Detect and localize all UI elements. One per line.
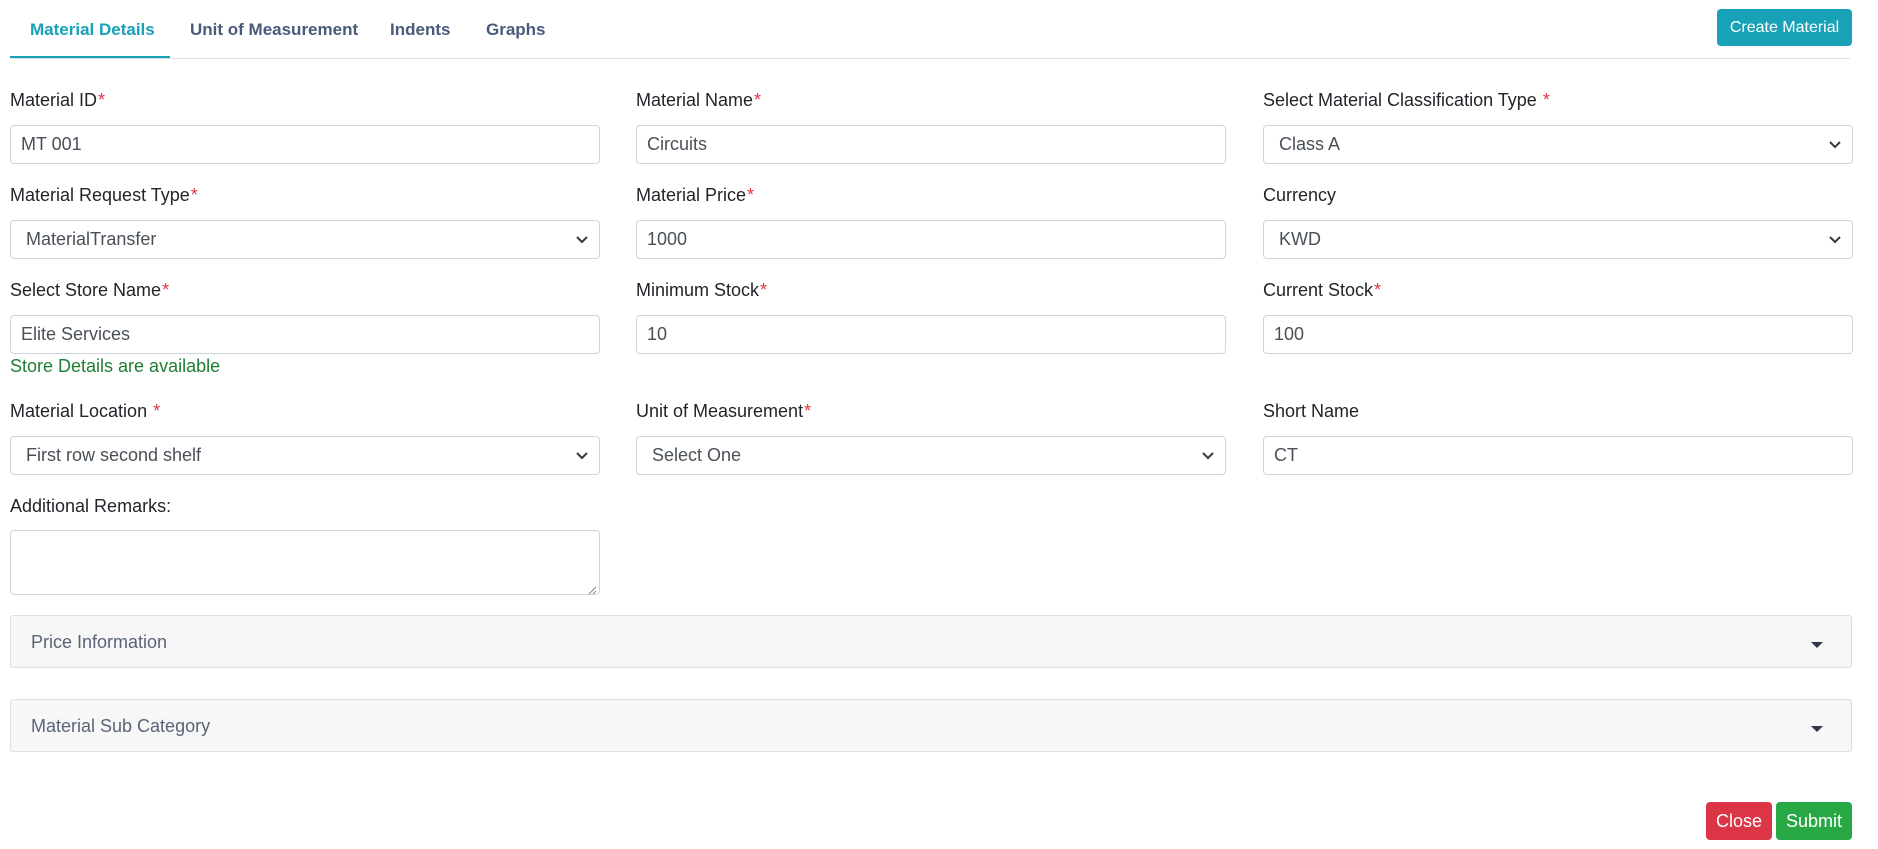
required-asterisk: * xyxy=(754,90,762,110)
classification-type-label: Select Material Classification Type * xyxy=(1263,90,1550,110)
short-name-value: CT xyxy=(1274,445,1298,465)
unit-of-measurement-value: Select One xyxy=(652,445,742,465)
material-name-input[interactable]: Circuits xyxy=(636,125,1226,164)
price-information-title: Price Information xyxy=(31,632,168,652)
currency-value: KWD xyxy=(1279,229,1321,249)
chevron-down-icon xyxy=(575,450,589,462)
store-name-label: Select Store Name* xyxy=(10,280,170,300)
material-name-value: Circuits xyxy=(647,134,708,154)
material-id-value: MT 001 xyxy=(21,134,82,154)
store-name-input[interactable]: Elite Services xyxy=(10,315,600,354)
tab-bar: Material Details Unit of Measurement Ind… xyxy=(10,0,1850,59)
material-price-label: Material Price* xyxy=(636,185,755,205)
current-stock-value: 100 xyxy=(1274,324,1305,344)
material-price-value: 1000 xyxy=(647,229,688,249)
short-name-input[interactable]: CT xyxy=(1263,436,1853,475)
current-stock-input[interactable]: 100 xyxy=(1263,315,1853,354)
unit-of-measurement-label: Unit of Measurement* xyxy=(636,401,812,421)
chevron-down-icon xyxy=(1828,139,1842,151)
additional-remarks-label: Additional Remarks: xyxy=(10,496,172,516)
required-asterisk: * xyxy=(162,280,170,300)
submit-button[interactable]: Submit xyxy=(1776,802,1852,840)
additional-remarks-textarea[interactable] xyxy=(10,530,600,595)
required-asterisk: * xyxy=(153,401,161,421)
required-asterisk: * xyxy=(1374,280,1382,300)
caret-down-icon xyxy=(1811,642,1823,648)
request-type-value: MaterialTransfer xyxy=(26,229,157,249)
material-location-value: First row second shelf xyxy=(26,445,202,465)
resize-handle-icon[interactable] xyxy=(587,582,597,595)
chevron-down-icon xyxy=(1201,450,1215,462)
material-location-select[interactable]: First row second shelf xyxy=(10,436,600,475)
active-tab-indicator xyxy=(10,56,170,58)
chevron-down-icon xyxy=(575,234,589,246)
required-asterisk: * xyxy=(804,401,812,421)
unit-of-measurement-select[interactable]: Select One xyxy=(636,436,1226,475)
request-type-label: Material Request Type* xyxy=(10,185,198,205)
close-button[interactable]: Close xyxy=(1706,802,1772,840)
classification-type-value: Class A xyxy=(1279,134,1341,154)
material-sub-category-title: Material Sub Category xyxy=(31,716,211,736)
tab-material-details[interactable]: Material Details xyxy=(30,20,155,40)
required-asterisk: * xyxy=(190,185,198,205)
current-stock-label: Current Stock* xyxy=(1263,280,1382,300)
price-information-accordion[interactable]: Price Information xyxy=(10,615,1852,668)
material-price-input[interactable]: 1000 xyxy=(636,220,1226,259)
minimum-stock-input[interactable]: 10 xyxy=(636,315,1226,354)
currency-select[interactable]: KWD xyxy=(1263,220,1853,259)
required-asterisk: * xyxy=(98,90,106,110)
chevron-down-icon xyxy=(1828,234,1842,246)
short-name-label: Short Name xyxy=(1263,401,1360,421)
tab-graphs[interactable]: Graphs xyxy=(486,20,546,40)
minimum-stock-label: Minimum Stock* xyxy=(636,280,768,300)
request-type-select[interactable]: MaterialTransfer xyxy=(10,220,600,259)
classification-type-select[interactable]: Class A xyxy=(1263,125,1853,164)
currency-label: Currency xyxy=(1263,185,1337,205)
material-id-input[interactable]: MT 001 xyxy=(10,125,600,164)
required-asterisk: * xyxy=(1542,90,1550,110)
tab-unit-of-measurement[interactable]: Unit of Measurement xyxy=(190,20,358,40)
store-details-note: Store Details are available xyxy=(10,356,221,376)
store-name-value: Elite Services xyxy=(21,324,131,344)
required-asterisk: * xyxy=(760,280,768,300)
minimum-stock-value: 10 xyxy=(647,324,668,344)
material-id-label: Material ID* xyxy=(10,90,106,110)
tab-indents[interactable]: Indents xyxy=(390,20,450,40)
create-material-button[interactable]: Create Material xyxy=(1717,9,1852,46)
material-sub-category-accordion[interactable]: Material Sub Category xyxy=(10,699,1852,752)
material-location-label: Material Location * xyxy=(10,401,161,421)
material-name-label: Material Name* xyxy=(636,90,762,110)
required-asterisk: * xyxy=(747,185,755,205)
caret-down-icon xyxy=(1811,726,1823,732)
